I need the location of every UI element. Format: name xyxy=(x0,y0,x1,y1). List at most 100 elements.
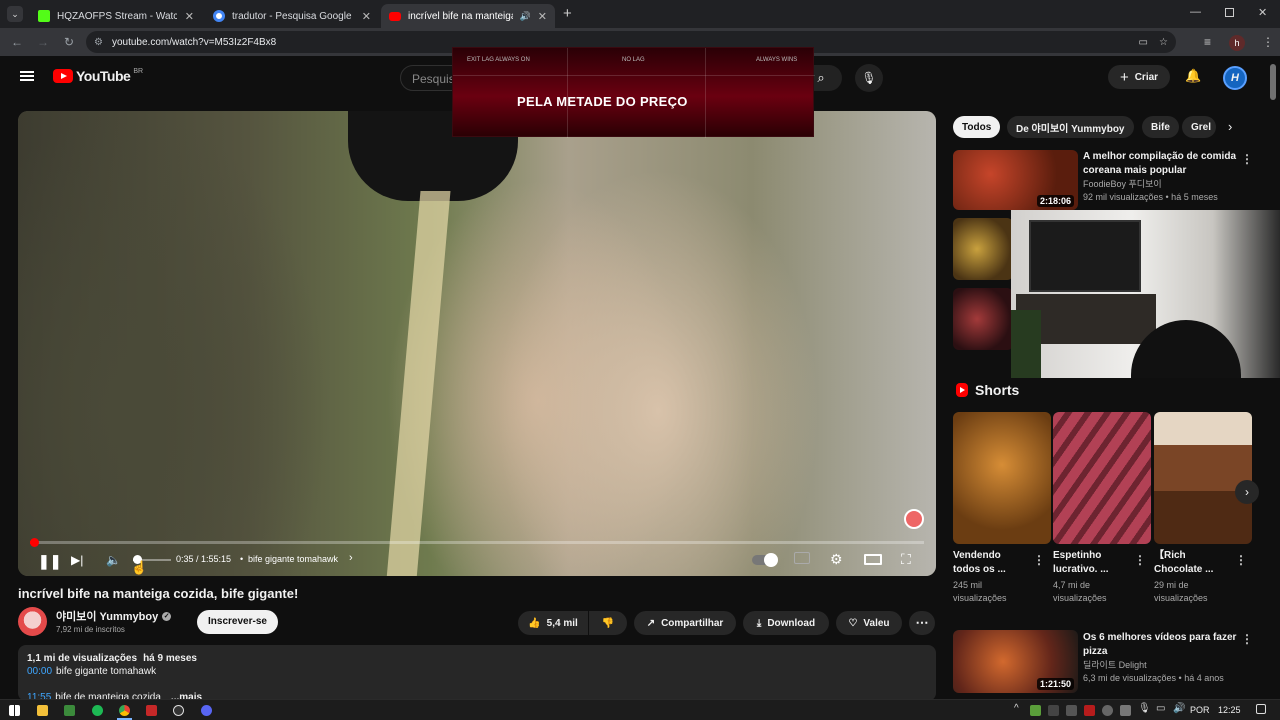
short-thumbnail[interactable] xyxy=(1053,412,1151,544)
bookmark-star-icon[interactable]: ☆ xyxy=(1159,37,1168,48)
ad-top-mid-text: NO LAG xyxy=(622,57,645,63)
discord-icon[interactable] xyxy=(201,705,212,716)
chip-all[interactable]: Todos xyxy=(953,116,1001,138)
microphone-icon[interactable]: 🎙 xyxy=(1138,703,1151,714)
tray-app-icon[interactable] xyxy=(1048,705,1059,716)
reload-icon[interactable]: ↻ xyxy=(64,35,74,49)
like-count: 5,4 mil xyxy=(546,617,578,629)
chip-grill[interactable]: Grel xyxy=(1182,116,1216,138)
site-info-icon[interactable]: ⚙ xyxy=(94,37,103,48)
more-options-icon[interactable]: ⋮ xyxy=(1241,632,1253,646)
notification-center-icon[interactable] xyxy=(1256,704,1266,714)
short-info[interactable]: 【Rich Chocolate ... 29 mi de visualizaçõ… xyxy=(1154,549,1234,605)
subtitles-icon[interactable] xyxy=(794,552,810,564)
tab-search-button[interactable]: ⌄ xyxy=(7,6,23,22)
video-player[interactable]: ❚❚ ▶| 🔈 ☝ 0:35 / 1:55:15 • bife gigante … xyxy=(18,111,936,576)
chip-from-channel[interactable]: De 야미보이 Yummyboy xyxy=(1007,116,1134,138)
recommended-thumbnail[interactable]: 2:18:06 xyxy=(953,150,1078,210)
notifications-bell-icon[interactable]: 🔔 xyxy=(1185,68,1201,84)
share-button[interactable]: ↗ Compartilhar xyxy=(634,611,736,635)
more-options-icon[interactable]: ⋮ xyxy=(1033,553,1045,567)
download-label: Download xyxy=(767,617,816,629)
time-display: 0:35 / 1:55:15 xyxy=(176,554,232,564)
close-tab-icon[interactable]: ✕ xyxy=(185,10,194,23)
browser-menu-icon[interactable]: ⋮ xyxy=(1262,35,1274,49)
cast-icon[interactable]: ▭ xyxy=(1139,37,1148,48)
media-controls-icon[interactable]: ≡ xyxy=(1204,35,1211,49)
short-thumbnail[interactable] xyxy=(1154,412,1252,544)
chrome-icon[interactable] xyxy=(119,705,130,716)
tab-tradutor[interactable]: tradutor - Pesquisa Google ✕ xyxy=(205,4,379,28)
pause-icon[interactable]: ❚❚ xyxy=(38,553,61,570)
channel-avatar[interactable] xyxy=(18,607,47,636)
forward-icon[interactable]: → xyxy=(37,35,49,49)
short-thumbnail[interactable] xyxy=(953,412,1051,544)
file-explorer-icon[interactable] xyxy=(37,705,48,716)
theater-mode-icon[interactable] xyxy=(864,554,882,565)
chapter-title[interactable]: bife gigante tomahawk xyxy=(248,554,338,564)
clock[interactable]: 12:25 xyxy=(1218,705,1241,715)
network-icon[interactable]: ▭ xyxy=(1156,703,1165,714)
app-icon[interactable] xyxy=(146,705,157,716)
page-scrollbar[interactable] xyxy=(1270,64,1276,100)
account-avatar[interactable]: H xyxy=(1223,66,1247,90)
xbox-icon[interactable] xyxy=(64,705,75,716)
short-info[interactable]: Espetinho lucrativo. ... 4,7 mi de visua… xyxy=(1053,549,1133,605)
settings-gear-icon[interactable]: ⚙ xyxy=(830,551,843,568)
close-tab-icon[interactable]: ✕ xyxy=(538,10,547,23)
autoplay-toggle[interactable] xyxy=(752,553,778,567)
channel-name-text: 야미보이 Yummyboy xyxy=(56,611,159,623)
volume-tray-icon[interactable]: 🔊 xyxy=(1173,703,1185,714)
more-options-icon[interactable]: ⋮ xyxy=(1235,553,1247,567)
like-button[interactable]: 👍 5,4 mil xyxy=(518,611,588,635)
recommended-title[interactable]: A melhor compilação de comida coreana ma… xyxy=(1083,150,1243,204)
new-tab-button[interactable]: + xyxy=(563,5,572,22)
thanks-button[interactable]: ♡ Valeu xyxy=(836,611,902,635)
chapter-chevron-icon[interactable]: › xyxy=(349,552,353,564)
recommended-title[interactable]: Os 6 melhores vídeos para fazer pizza 딜라… xyxy=(1083,631,1243,685)
input-language[interactable]: POR xyxy=(1190,705,1210,715)
subscribe-button[interactable]: Inscrever-se xyxy=(197,610,278,634)
chips-next-icon[interactable]: › xyxy=(1228,119,1232,134)
youtube-logo[interactable]: YouTube BR xyxy=(53,68,143,84)
chip-steak[interactable]: Bife xyxy=(1142,116,1179,138)
tray-app-icon[interactable] xyxy=(1102,705,1113,716)
maximize-icon[interactable] xyxy=(1225,8,1234,17)
tab-title: incrível bife na manteiga co xyxy=(408,10,513,22)
voice-search-button[interactable]: 🎙 xyxy=(855,64,883,92)
next-icon[interactable]: ▶| xyxy=(71,553,83,567)
progress-track[interactable] xyxy=(30,541,924,544)
tray-app-icon[interactable] xyxy=(1066,705,1077,716)
minimize-icon[interactable]: — xyxy=(1190,6,1201,18)
tray-app-icon[interactable] xyxy=(1084,705,1095,716)
channel-name[interactable]: 야미보이 Yummyboy ✓ xyxy=(56,608,172,624)
recommended-thumbnail[interactable]: 1:21:50 xyxy=(953,630,1078,693)
windows-start-icon[interactable] xyxy=(9,705,20,716)
close-window-icon[interactable]: ✕ xyxy=(1258,6,1267,19)
recommended-thumbnail[interactable] xyxy=(953,288,1013,350)
shorts-next-button[interactable]: › xyxy=(1235,480,1259,504)
recommended-thumbnail[interactable] xyxy=(953,218,1013,280)
fullscreen-icon[interactable]: ⛶ xyxy=(901,551,911,568)
hamburger-menu-icon[interactable] xyxy=(20,71,34,81)
speaker-icon[interactable]: 🔊 xyxy=(520,11,531,22)
short-info[interactable]: Vendendo todos os ... 245 mil visualizaç… xyxy=(953,549,1033,605)
obs-icon[interactable] xyxy=(173,705,184,716)
volume-icon[interactable]: 🔈 xyxy=(106,553,121,567)
close-tab-icon[interactable]: ✕ xyxy=(362,10,371,23)
tab-hqzaofps[interactable]: HQZAOFPS Stream - Watch Live ✕ xyxy=(30,4,202,28)
tray-chevron-icon[interactable]: ^ xyxy=(1014,703,1019,714)
more-actions-button[interactable]: ⋯ xyxy=(909,611,935,635)
more-options-icon[interactable]: ⋮ xyxy=(1241,152,1253,166)
tray-app-icon[interactable] xyxy=(1030,705,1041,716)
back-icon[interactable]: ← xyxy=(11,35,23,49)
spotify-icon[interactable] xyxy=(92,705,103,716)
timestamp-link[interactable]: 00:00 xyxy=(27,666,52,677)
tray-app-icon[interactable] xyxy=(1120,705,1131,716)
dislike-button[interactable]: 👎 xyxy=(589,611,627,635)
more-options-icon[interactable]: ⋮ xyxy=(1134,553,1146,567)
tab-youtube-video[interactable]: incrível bife na manteiga co 🔊 ✕ xyxy=(381,4,555,28)
create-button[interactable]: + Criar xyxy=(1108,65,1170,89)
download-button[interactable]: ⤓ Download xyxy=(743,611,829,635)
profile-avatar[interactable]: h xyxy=(1229,35,1245,51)
